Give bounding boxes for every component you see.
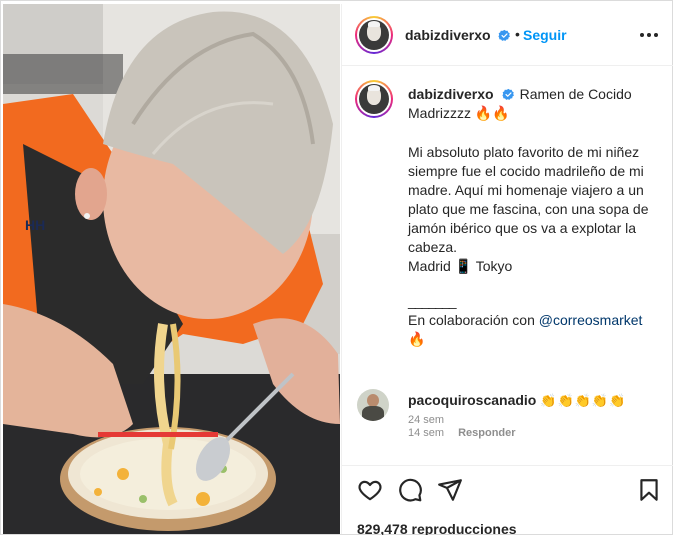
caption-author-username[interactable]: dabizdiverxo [408,86,494,102]
bookmark-icon[interactable] [636,477,662,503]
post-details-panel: dabizdiverxo • Seguir dabizdiverxo Ramen… [341,4,673,535]
separator-dot: • [515,26,520,42]
post-caption: dabizdiverxo Ramen de Cocido Madrizzzz 🔥… [408,85,664,349]
caption-title-line: dabizdiverxo Ramen de Cocido Madrizzzz 🔥… [408,85,664,123]
caption-author-avatar[interactable] [355,80,393,118]
author-username-link[interactable]: dabizdiverxo [405,27,511,43]
svg-text:HH: HH [25,217,45,233]
post-timestamp[interactable]: 24 sem [408,414,444,426]
collab-emoji: 🔥 [408,331,426,347]
author-username[interactable]: dabizdiverxo [405,27,491,43]
post-video[interactable]: HH [3,4,340,534]
comment-timestamp[interactable]: 14 sem [408,427,444,439]
reply-button[interactable]: Responder [458,427,515,439]
comment-emojis: 👏👏👏👏👏 [540,394,627,409]
more-options-icon[interactable] [638,24,660,46]
verified-badge-icon [498,29,511,41]
post-header: dabizdiverxo • Seguir [342,4,673,66]
follow-button[interactable]: Seguir [523,27,567,43]
commenter-avatar[interactable] [357,389,389,421]
caption-body: Mi absoluto plato favorito de mi niñez s… [408,144,649,255]
instagram-post-card: HH dabizdiverxo • Seguir dabizdiverxo Ra… [0,0,673,535]
view-count: 829,478 reproducciones [357,521,517,535]
collab-prefix: En colaboración con [408,312,539,328]
collab-mention-link[interactable]: @correosmarket [539,312,643,328]
caption-route: Madrid 📱 Tokyo [408,258,513,274]
post-actions-bar: 829,478 reproducciones [342,465,673,535]
author-avatar[interactable] [355,16,393,54]
heart-icon[interactable] [357,477,383,503]
comment-text: pacoquiroscanadio 👏👏👏👏👏 [408,391,626,411]
comment-bubble-icon[interactable] [397,477,423,503]
comment-meta: 14 sem Responder [408,427,516,439]
verified-badge-icon [502,88,514,100]
commenter-username[interactable]: pacoquiroscanadio [408,392,536,408]
caption-separator: _______ [408,293,457,309]
post-video-frame: HH [3,4,340,534]
paper-plane-icon[interactable] [437,477,463,503]
caption-collab: En colaboración con @correosmarket [408,311,664,330]
